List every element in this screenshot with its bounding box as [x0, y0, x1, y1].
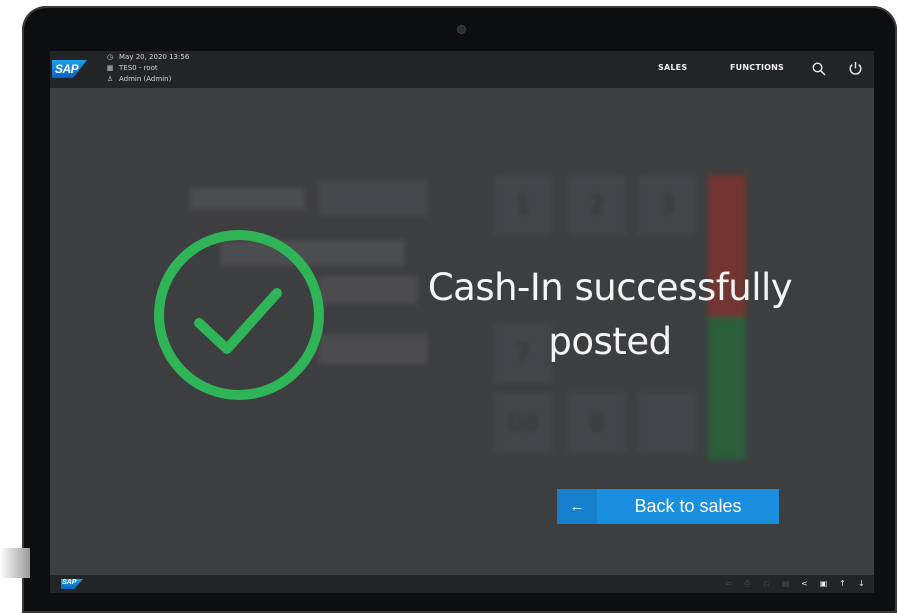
bg-field	[190, 188, 305, 210]
user-icon: ♙	[106, 75, 114, 83]
success-message: Cash-In successfully posted	[427, 266, 793, 363]
bg-key: 00	[494, 393, 552, 453]
search-icon[interactable]	[812, 62, 826, 76]
arrow-up-icon[interactable]: ↑	[836, 577, 849, 590]
back-arrow-icon: ←	[557, 489, 597, 524]
session-info: ◷ May 20, 2020 13:56 ▦ TES0 - root ♙ Adm…	[106, 52, 190, 85]
back-button-label: Back to sales	[634, 496, 742, 516]
top-header: SAP ◷ May 20, 2020 13:56 ▦ TES0 - root ♙…	[50, 51, 874, 88]
bg-key: 1	[494, 175, 552, 235]
datetime-text: May 20, 2020 13:56	[119, 53, 190, 61]
footer-bar: SAP ⇐ ⎙ ⎌ ▤ < ▣ ↑ ↓	[50, 575, 874, 593]
share-icon[interactable]: <	[798, 577, 811, 590]
power-icon[interactable]	[848, 61, 863, 76]
sap-logo-text: SAP	[55, 62, 79, 76]
nav-sales[interactable]: SALES	[658, 63, 687, 72]
user-text: Admin (Admin)	[119, 75, 172, 83]
bg-field	[318, 276, 418, 304]
bg-field	[318, 180, 428, 216]
bg-key	[638, 393, 696, 453]
clock-icon: ◷	[106, 53, 114, 61]
nav-functions[interactable]: FUNCTIONS	[730, 63, 784, 72]
sap-logo: SAP	[52, 60, 87, 78]
footer-tool-icon[interactable]: ⇐	[722, 577, 735, 590]
datetime-row: ◷ May 20, 2020 13:56	[106, 52, 189, 63]
success-check-icon	[154, 230, 324, 400]
store-icon: ▦	[106, 64, 114, 72]
footer-sap-logo: SAP	[61, 579, 83, 589]
store-row: ▦ TES0 - root	[106, 63, 189, 74]
footer-tool-icon[interactable]: ⎙	[741, 577, 754, 590]
user-row: ♙ Admin (Admin)	[106, 74, 189, 85]
bg-key: 3	[638, 175, 696, 235]
footer-logo-text: SAP	[62, 579, 77, 586]
footer-toolbar: ⇐ ⎙ ⎌ ▤ < ▣ ↑ ↓	[722, 577, 868, 590]
bg-key: 0	[568, 393, 626, 453]
app-screen: SAP ◷ May 20, 2020 13:56 ▦ TES0 - root ♙…	[50, 51, 874, 593]
arrow-down-icon[interactable]: ↓	[855, 577, 868, 590]
camera-dot	[457, 25, 466, 34]
laptop-base-edge	[0, 548, 30, 578]
store-text: TES0 - root	[119, 64, 158, 72]
back-to-sales-button[interactable]: ← Back to sales	[557, 489, 779, 524]
database-icon[interactable]: ▣	[817, 577, 830, 590]
footer-tool-icon[interactable]: ▤	[779, 577, 792, 590]
bg-key: 2	[568, 175, 626, 235]
footer-tool-icon[interactable]: ⎌	[760, 577, 773, 590]
